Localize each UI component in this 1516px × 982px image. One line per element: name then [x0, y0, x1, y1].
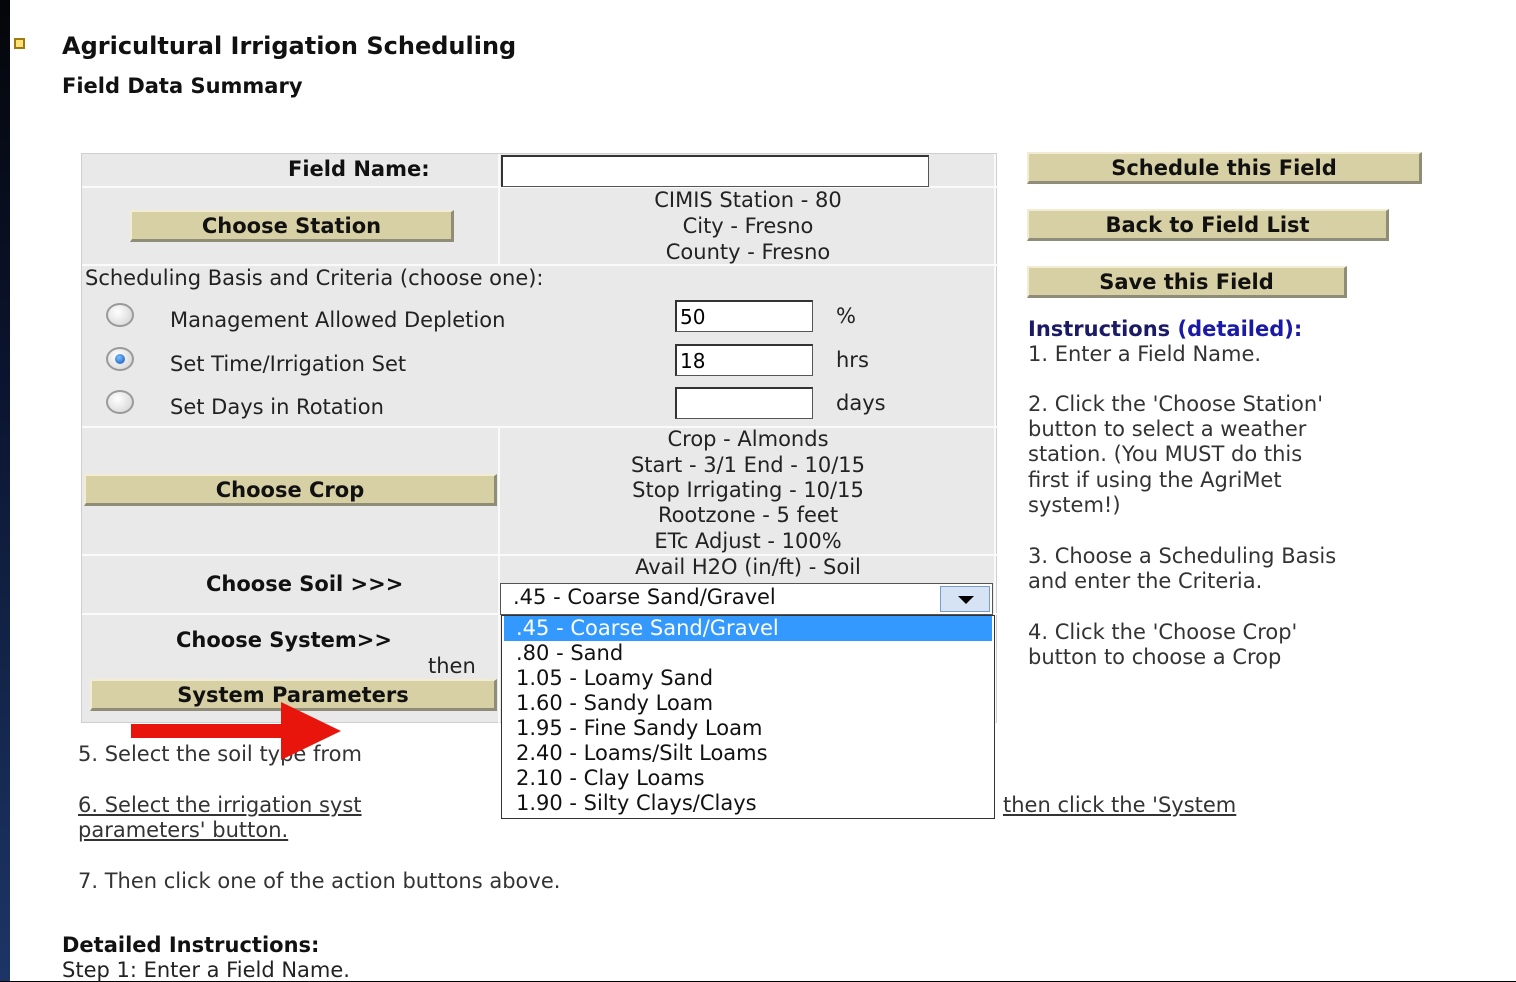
soil-option[interactable]: 1.60 - Sandy Loam	[504, 691, 992, 716]
station-county: County - Fresno	[665, 240, 831, 264]
page-subtitle: Field Data Summary	[62, 74, 303, 98]
soil-header: Avail H2O (in/ft) - Soil	[635, 555, 861, 579]
criteria-unit: hrs	[836, 348, 869, 372]
choose-station-button[interactable]: Choose Station	[130, 210, 454, 242]
instruction-step-4: 4. Click the 'Choose Crop'	[1028, 620, 1298, 644]
instruction-step-2: first if using the AgriMet	[1028, 468, 1282, 492]
then-label: then	[428, 654, 476, 678]
instructions-heading: Instructions (detailed):	[1028, 317, 1302, 341]
choose-crop-button[interactable]: Choose Crop	[84, 474, 497, 506]
detailed-step-1: Step 1: Enter a Field Name.	[62, 958, 350, 982]
soil-select-value: .45 - Coarse Sand/Gravel	[513, 585, 776, 609]
page: Agricultural Irrigation Scheduling Field…	[10, 0, 1516, 982]
window-left-edge	[0, 0, 10, 981]
detailed-instructions-heading: Detailed Instructions:	[62, 933, 320, 957]
soil-option[interactable]: 1.90 - Silty Clays/Clays	[504, 791, 992, 816]
crop-etc: ETc Adjust - 100%	[654, 529, 842, 553]
instruction-step-6: 6. Select the irrigation syst	[78, 793, 362, 817]
instruction-step-2: station. (You MUST do this	[1028, 442, 1303, 466]
schedule-field-button[interactable]: Schedule this Field	[1027, 152, 1422, 184]
instruction-step-6: then click the 'System	[1003, 793, 1237, 817]
crop-dates: Start - 3/1 End - 10/15	[630, 453, 866, 477]
instruction-step-6: parameters' button.	[78, 818, 289, 842]
instruction-step-3: and enter the Criteria.	[1028, 569, 1263, 593]
station-line: CIMIS Station - 80	[654, 188, 842, 212]
soil-option[interactable]: 2.40 - Loams/Silt Loams	[504, 741, 992, 766]
criteria-unit: days	[836, 391, 886, 415]
crop-rootzone: Rootzone - 5 feet	[657, 503, 839, 527]
red-arrow-head-icon	[281, 702, 341, 760]
back-to-field-list-button[interactable]: Back to Field List	[1027, 209, 1389, 241]
criteria-label: Management Allowed Depletion	[170, 308, 506, 332]
instruction-step-2: 2. Click the 'Choose Station'	[1028, 392, 1323, 416]
instruction-step-1: 1. Enter a Field Name.	[1028, 342, 1262, 366]
depletion-input[interactable]	[675, 300, 813, 332]
criteria-label: Set Days in Rotation	[170, 395, 384, 419]
field-name-label: Field Name:	[288, 157, 430, 181]
save-field-button[interactable]: Save this Field	[1027, 266, 1347, 298]
radio-days-rotation[interactable]	[106, 390, 134, 414]
choose-system-label: Choose System>>	[176, 628, 392, 652]
instruction-step-2: button to select a weather	[1028, 417, 1307, 441]
station-city: City - Fresno	[682, 214, 814, 238]
days-rotation-input[interactable]	[675, 387, 813, 419]
section-bullet-icon	[14, 38, 25, 49]
red-arrow-icon	[131, 724, 286, 738]
soil-option[interactable]: 1.05 - Loamy Sand	[504, 666, 992, 691]
radio-set-time[interactable]	[106, 347, 134, 371]
criteria-heading: Scheduling Basis and Criteria (choose on…	[85, 266, 544, 290]
criteria-label: Set Time/Irrigation Set	[170, 352, 407, 376]
instructions-title: Instructions	[1028, 317, 1171, 341]
soil-select[interactable]: .45 - Coarse Sand/Gravel	[500, 583, 993, 615]
instruction-step-3: 3. Choose a Scheduling Basis	[1028, 544, 1337, 568]
soil-dropdown-list[interactable]: .45 - Coarse Sand/Gravel .80 - Sand 1.05…	[501, 615, 995, 819]
crop-name: Crop - Almonds	[667, 427, 829, 451]
instruction-step-7: 7. Then click one of the action buttons …	[78, 869, 561, 893]
field-name-input[interactable]	[501, 155, 929, 187]
crop-stop: Stop Irrigating - 10/15	[632, 478, 864, 502]
choose-soil-label: Choose Soil >>>	[206, 572, 404, 596]
set-time-input[interactable]	[675, 344, 813, 376]
detailed-instructions-link[interactable]: (detailed):	[1177, 317, 1302, 341]
soil-option[interactable]: 1.95 - Fine Sandy Loam	[504, 716, 992, 741]
chevron-down-icon[interactable]	[940, 586, 990, 612]
radio-management-depletion[interactable]	[106, 303, 134, 327]
soil-option[interactable]: .45 - Coarse Sand/Gravel	[504, 616, 992, 641]
criteria-unit: %	[836, 304, 856, 328]
instruction-step-4: button to choose a Crop	[1028, 645, 1282, 669]
soil-option[interactable]: .80 - Sand	[504, 641, 992, 666]
page-title: Agricultural Irrigation Scheduling	[62, 32, 517, 60]
soil-option[interactable]: 2.10 - Clay Loams	[504, 766, 992, 791]
instruction-step-2: system!)	[1028, 493, 1121, 517]
